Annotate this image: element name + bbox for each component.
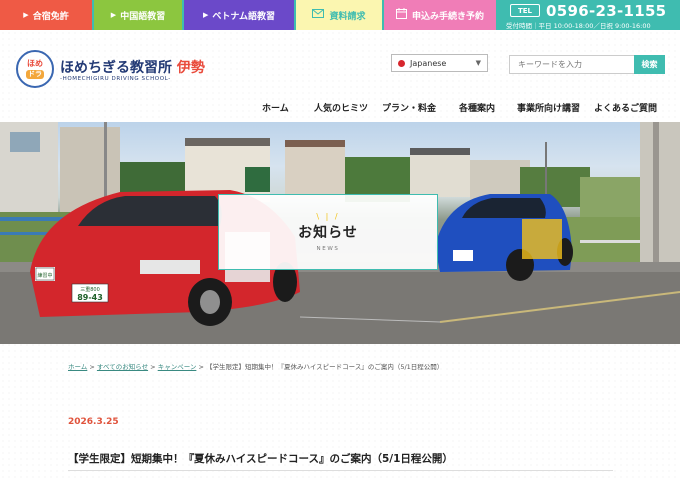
phone-contact: TEL 0596-23-1155 受付時間｜平日 10:00-18:00／日祝 … [504,0,680,30]
logo-badge-bottom: ドラ [26,69,44,79]
mail-icon [312,9,325,21]
topbar-link-label: 合宿免許 [32,11,69,22]
japan-flag-icon [398,59,405,67]
nav-item-home[interactable]: ホーム [262,101,289,114]
nav-item-guide[interactable]: 各種案内 [459,101,495,114]
logo-subtitle: -HOMECHIGIRU DRIVING SCHOOL- [60,76,171,82]
hero-subtitle: NEWS [316,246,340,252]
language-select[interactable]: Japanese ▼ [391,54,488,72]
logo-name: ほめちぎる教習所 伊勢 [60,57,205,77]
sun-rays-icon: \ | / [316,212,340,221]
chevron-down-icon: ▼ [475,59,481,67]
left-car-plate-number: 89-43 [77,293,103,302]
breadcrumb-separator: > [89,363,95,371]
breadcrumb-campaign[interactable]: キャンペーン [158,363,197,371]
topbar-link-reservation[interactable]: 申込み手続き予約 [384,0,496,30]
topbar-link-label: 申込み手続き予約 [411,11,484,22]
top-bar: ▶ 合宿免許 ▶ 中国語教習 ▶ ベトナム語教習 資料請求 申込み手続き予約 T… [0,0,680,30]
topbar-link-vietnamese[interactable]: ▶ ベトナム語教習 [184,0,294,30]
logo-badge-top: ほめ [27,58,43,68]
triangle-right-icon: ▶ [23,11,29,19]
article-date: 2026.3.25 [68,417,119,427]
phone-number[interactable]: 0596-23-1155 [546,2,666,20]
hero-title-card: \ | / お知らせ NEWS [218,194,438,270]
tel-badge: TEL [510,4,540,17]
topbar-link-label: ベトナム語教習 [212,11,276,22]
logo-name-branch: 伊勢 [176,60,205,76]
breadcrumb-separator: > [150,363,156,371]
nav-item-faq[interactable]: よくあるご質問 [594,101,657,114]
nav-item-corporate[interactable]: 事業所向け講習 [517,101,580,114]
language-selected: Japanese [410,58,447,68]
logo-badge-icon: ほめ ドラ [16,50,54,88]
breadcrumb-home[interactable]: ホーム [68,363,87,371]
search-input[interactable] [509,55,634,74]
zigzag-divider [0,336,680,346]
search-button[interactable]: 検索 [634,55,665,74]
breadcrumb-separator: > [198,363,204,371]
hero-title: お知らせ [298,225,358,241]
hero-image: 三重800 89-43 練習中 \ | / お知らせ NEWS [0,122,680,344]
topbar-link-label: 資料請求 [329,11,366,22]
calendar-icon [395,8,407,22]
site-logo[interactable]: ほめ ドラ ほめちぎる教習所 伊勢 -HOMECHIGIRU DRIVING S… [14,48,205,88]
triangle-right-icon: ▶ [202,11,209,19]
breadcrumb-current: 【学生限定】短期集中！『夏休みハイスピードコース』のご案内（5/1日程公開） [205,363,444,371]
left-car-plate-region: 三重800 [80,286,100,293]
topbar-link-label: 中国語教習 [120,11,166,22]
logo-name-main: ほめちぎる教習所 [60,60,172,76]
breadcrumb: ホーム > すべてのお知らせ > キャンペーン > 【学生限定】短期集中！『夏休… [68,361,443,371]
topbar-link-chinese[interactable]: ▶ 中国語教習 [94,0,182,30]
business-hours: 受付時間｜平日 10:00-18:00／日祝 9:00-16:00 [506,22,651,30]
article-title: 【学生限定】短期集中！『夏休みハイスピードコース』のご案内（5/1日程公開） [68,453,453,465]
topbar-link-brochure[interactable]: 資料請求 [296,0,382,30]
nav-item-plans[interactable]: プラン・料金 [382,101,436,114]
left-car-learner-sign: 練習中 [37,272,52,279]
triangle-right-icon: ▶ [110,11,117,19]
title-divider [68,470,613,471]
nav-item-secrets[interactable]: 人気のヒミツ [314,101,368,114]
topbar-link-camp[interactable]: ▶ 合宿免許 [0,0,92,30]
breadcrumb-all-news[interactable]: すべてのお知らせ [97,363,148,371]
